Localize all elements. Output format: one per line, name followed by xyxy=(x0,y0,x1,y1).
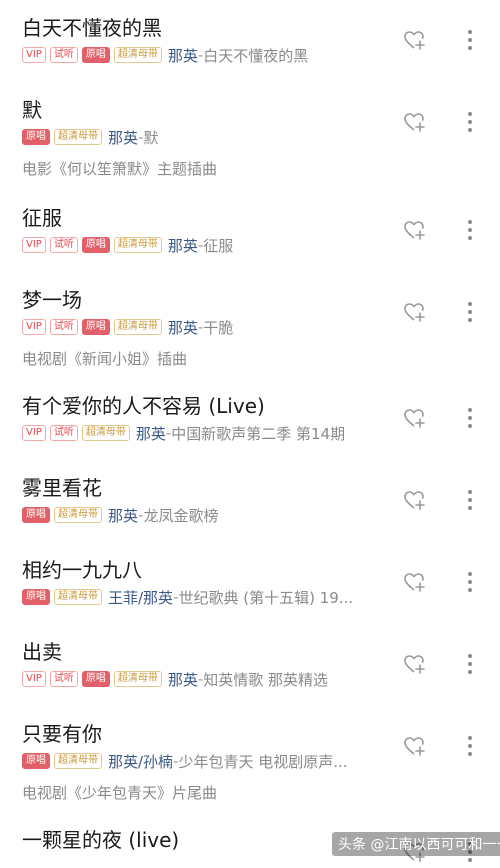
heart-plus-icon[interactable] xyxy=(402,570,426,594)
badge-vip: VIP xyxy=(22,425,46,441)
song-meta: 原唱 超清母带 那英/孙楠 - 少年包青天 电视剧原声... xyxy=(22,751,348,771)
album-name: 少年包青天 电视剧原声... xyxy=(178,752,348,771)
badge-trial: 试听 xyxy=(49,319,78,335)
badge-orig: 原唱 xyxy=(81,671,110,687)
artist-link[interactable]: 那英 xyxy=(136,423,166,443)
song-title: 默 xyxy=(22,98,42,122)
more-vertical-icon[interactable] xyxy=(460,300,480,324)
artist-link[interactable]: 那英 xyxy=(168,45,198,65)
album-name: 干脆 xyxy=(203,318,234,337)
artist-link[interactable]: 那英 xyxy=(168,669,198,689)
more-vertical-icon[interactable] xyxy=(460,734,480,758)
song-subtitle: 电视剧《新闻小姐》插曲 xyxy=(22,350,188,368)
album-name: 征服 xyxy=(203,236,234,255)
badge-hq: 超清母带 xyxy=(54,753,102,769)
badge-vip: VIP xyxy=(22,47,46,63)
heart-plus-icon[interactable] xyxy=(402,734,426,758)
artist-link[interactable]: 那英 xyxy=(168,317,198,337)
more-vertical-icon[interactable] xyxy=(460,110,480,134)
song-meta: VIP 试听 原唱 超清母带 那英 - 征服 xyxy=(22,235,233,255)
badge-orig: 原唱 xyxy=(22,589,50,605)
badge-hq: 超清母带 xyxy=(113,47,162,63)
badge-trial: 试听 xyxy=(49,425,78,441)
badge-trial: 试听 xyxy=(49,671,78,687)
badge-hq: 超清母带 xyxy=(54,129,102,145)
song-title: 一颗星的夜 (live) xyxy=(22,828,180,852)
album-name: 默 xyxy=(143,128,159,147)
song-meta: VIP 试听 原唱 超清母带 那英 - 干脆 xyxy=(22,317,233,337)
song-meta: 原唱 超清母带 王菲/那英 - 世纪歌典 (第十五辑) 19... xyxy=(22,587,353,607)
badge-orig: 原唱 xyxy=(81,319,110,335)
badge-hq: 超清母带 xyxy=(113,237,162,253)
heart-plus-icon[interactable] xyxy=(402,488,426,512)
heart-plus-icon[interactable] xyxy=(402,110,426,134)
song-meta: VIP 试听 超清母带 那英 - 中国新歌声第二季 第14期 xyxy=(22,423,345,443)
heart-plus-icon[interactable] xyxy=(402,28,426,52)
song-meta: 原唱 超清母带 那英 - 龙凤金歌榜 xyxy=(22,505,218,525)
badge-hq: 超清母带 xyxy=(54,589,102,605)
song-title: 白天不懂夜的黑 xyxy=(22,16,162,40)
badge-vip: VIP xyxy=(22,319,46,335)
badge-orig: 原唱 xyxy=(22,129,50,145)
song-title: 有个爱你的人不容易 (Live) xyxy=(22,394,265,418)
badge-orig: 原唱 xyxy=(22,753,50,769)
badge-orig: 原唱 xyxy=(81,237,110,253)
song-title: 征服 xyxy=(22,206,62,230)
song-title: 相约一九九八 xyxy=(22,558,142,582)
artist-link[interactable]: 王菲/那英 xyxy=(108,587,173,607)
song-meta: VIP 试听 原唱 超清母带 那英 - 知英情歌 那英精选 xyxy=(22,669,328,689)
badge-trial: 试听 xyxy=(49,47,78,63)
heart-plus-icon[interactable] xyxy=(402,406,426,430)
song-title: 出卖 xyxy=(22,640,62,664)
badge-hq: 超清母带 xyxy=(113,319,162,335)
artist-link[interactable]: 那英 xyxy=(168,235,198,255)
badge-hq: 超清母带 xyxy=(113,671,162,687)
song-meta: VIP 试听 原唱 超清母带 那英 - 白天不懂夜的黑 xyxy=(22,45,308,65)
badge-vip: VIP xyxy=(22,237,46,253)
album-name: 白天不懂夜的黑 xyxy=(203,46,309,65)
song-title: 雾里看花 xyxy=(22,476,102,500)
artist-link[interactable]: 那英/孙楠 xyxy=(108,751,173,771)
more-vertical-icon[interactable] xyxy=(460,488,480,512)
song-subtitle: 电视剧《少年包青天》片尾曲 xyxy=(22,784,218,802)
badge-hq: 超清母带 xyxy=(81,425,130,441)
badge-trial: 试听 xyxy=(49,237,78,253)
song-title: 只要有你 xyxy=(22,722,102,746)
song-meta: 原唱 超清母带 那英 - 默 xyxy=(22,127,158,147)
more-vertical-icon[interactable] xyxy=(460,652,480,676)
song-subtitle: 电影《何以笙箫默》主题插曲 xyxy=(22,160,218,178)
album-name: 世纪歌典 (第十五辑) 19... xyxy=(178,588,354,607)
heart-plus-icon[interactable] xyxy=(402,300,426,324)
badge-orig: 原唱 xyxy=(22,507,50,523)
artist-link[interactable]: 那英 xyxy=(108,127,138,147)
heart-plus-icon[interactable] xyxy=(402,218,426,242)
badge-orig: 原唱 xyxy=(81,47,110,63)
song-title: 梦一场 xyxy=(22,288,82,312)
album-name: 知英情歌 那英精选 xyxy=(203,670,329,689)
album-name: 龙凤金歌榜 xyxy=(143,506,219,525)
badge-hq: 超清母带 xyxy=(54,507,102,523)
watermark: 头条 @江南以西可可和一一 xyxy=(332,832,500,856)
more-vertical-icon[interactable] xyxy=(460,218,480,242)
heart-plus-icon[interactable] xyxy=(402,652,426,676)
more-vertical-icon[interactable] xyxy=(460,406,480,430)
more-vertical-icon[interactable] xyxy=(460,570,480,594)
album-name: 中国新歌声第二季 第14期 xyxy=(171,424,346,443)
more-vertical-icon[interactable] xyxy=(460,28,480,52)
artist-link[interactable]: 那英 xyxy=(108,505,138,525)
badge-vip: VIP xyxy=(22,671,46,687)
